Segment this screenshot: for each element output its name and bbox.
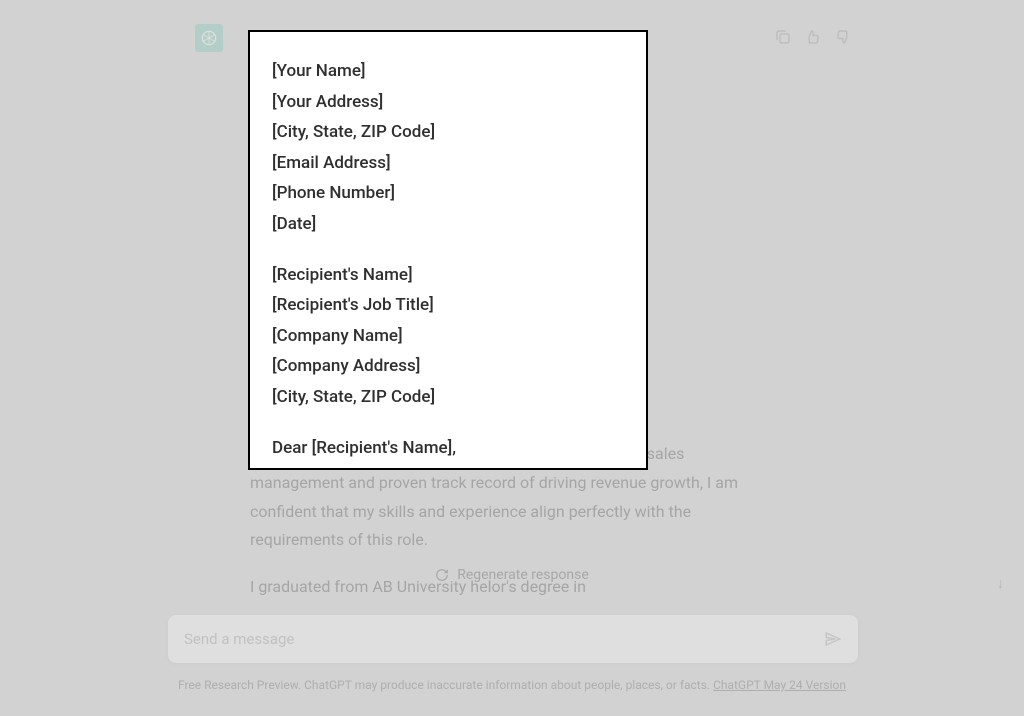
refresh-icon <box>435 568 449 582</box>
sender-phone: [Phone Number] <box>272 178 624 209</box>
message-input-container[interactable]: Send a message <box>168 615 858 663</box>
sender-name: [Your Name] <box>272 56 624 87</box>
letter-date: [Date] <box>272 209 624 240</box>
footer-text: Free Research Preview. ChatGPT may produ… <box>178 678 713 692</box>
scroll-to-bottom-icon[interactable]: ↓ <box>997 575 1004 592</box>
sender-city: [City, State, ZIP Code] <box>272 117 624 148</box>
sender-address: [Your Address] <box>272 87 624 118</box>
recipient-city: [City, State, ZIP Code] <box>272 382 624 413</box>
copy-icon[interactable] <box>774 28 792 46</box>
recipient-name: [Recipient's Name] <box>272 260 624 291</box>
regenerate-label: Regenerate response <box>457 567 589 583</box>
thumbs-down-icon[interactable] <box>834 28 852 46</box>
openai-logo-icon <box>199 28 219 48</box>
salutation-block: Dear [Recipient's Name], <box>272 433 624 464</box>
message-actions <box>774 28 852 46</box>
regenerate-button[interactable]: Regenerate response <box>0 567 1024 583</box>
assistant-avatar <box>195 24 223 52</box>
recipient-title: [Recipient's Job Title] <box>272 290 624 321</box>
recipient-block: [Recipient's Name] [Recipient's Job Titl… <box>272 260 624 413</box>
send-icon[interactable] <box>824 630 842 648</box>
thumbs-up-icon[interactable] <box>804 28 822 46</box>
footer-disclaimer: Free Research Preview. ChatGPT may produ… <box>0 678 1024 692</box>
letter-template-modal: [Your Name] [Your Address] [City, State,… <box>248 30 648 470</box>
recipient-company: [Company Name] <box>272 321 624 352</box>
message-input[interactable]: Send a message <box>184 630 824 648</box>
sender-block: [Your Name] [Your Address] [City, State,… <box>272 56 624 240</box>
recipient-address: [Company Address] <box>272 351 624 382</box>
salutation: Dear [Recipient's Name], <box>272 433 624 464</box>
sender-email: [Email Address] <box>272 148 624 179</box>
footer-version-link[interactable]: ChatGPT May 24 Version <box>713 678 846 692</box>
